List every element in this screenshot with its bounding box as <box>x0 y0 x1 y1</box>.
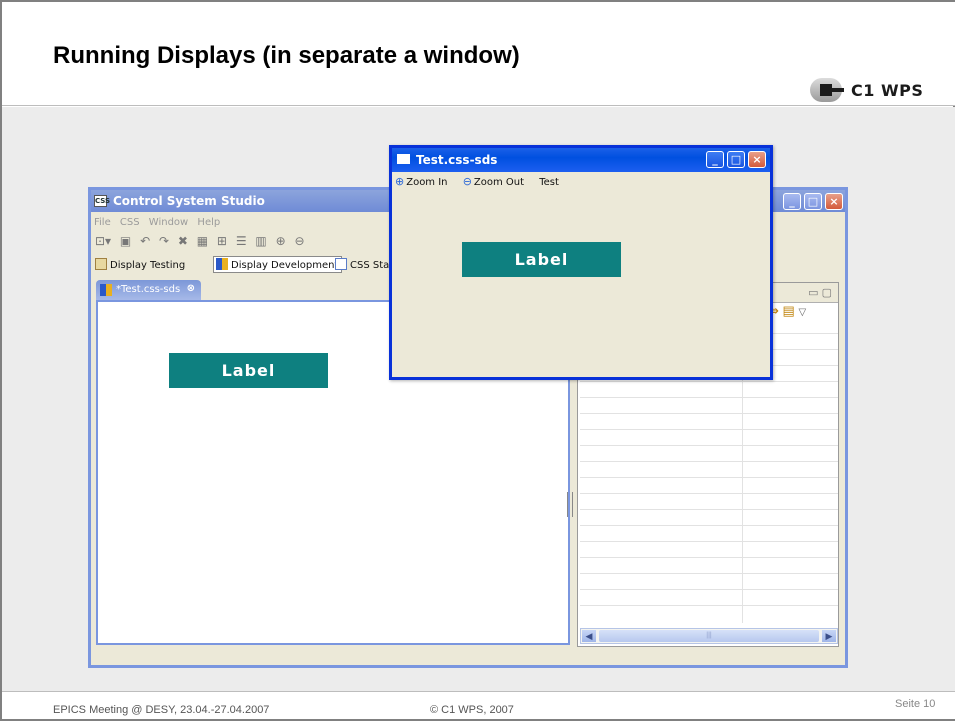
delete-icon[interactable]: ✖ <box>178 234 188 248</box>
view-filter-icon[interactable]: ▤ <box>783 303 795 318</box>
test-window-icon <box>397 154 410 164</box>
grid-icon[interactable]: ▦ <box>197 234 208 248</box>
close-button[interactable]: × <box>825 193 843 210</box>
perspective-display-testing[interactable]: Display Testing <box>95 258 185 271</box>
main-menubar: File CSS Window Help <box>94 217 226 228</box>
slide: Running Displays (in separate a window) … <box>0 0 955 721</box>
minimize-button[interactable]: _ <box>783 193 801 210</box>
close-tab-icon[interactable]: ⊗ <box>187 283 195 294</box>
test-window-title: Test.css-sds <box>416 153 498 167</box>
menu-css[interactable]: CSS <box>120 217 140 228</box>
footer-page-number: Seite 10 <box>895 698 936 710</box>
sash-handle[interactable] <box>567 492 573 517</box>
new-icon[interactable]: ⊡▾ <box>95 234 111 248</box>
grid-toggle-icon[interactable]: ⊞ <box>217 234 227 248</box>
test-run-window: Test.css-sds _ □ × ⊕ Zoom In ⊖ Zoom Out Te… <box>389 145 773 380</box>
zoom-in-icon[interactable]: ⊕ <box>276 234 286 248</box>
view-toolbar: ⇛ ▤ ▽ <box>768 303 806 319</box>
slide-header: Running Displays (in separate a window) … <box>2 0 955 106</box>
test-close-button[interactable]: × <box>748 151 766 168</box>
footer-copyright: © C1 WPS, 2007 <box>430 704 514 716</box>
display-development-icon <box>216 258 228 270</box>
test-window-titlebar[interactable]: Test.css-sds _ □ × <box>392 148 770 172</box>
save-icon[interactable]: ▣ <box>120 234 131 248</box>
undo-icon[interactable]: ↶ <box>140 234 150 248</box>
slide-footer: EPICS Meeting @ DESY, 23.04.-27.04.2007 … <box>2 692 955 721</box>
menu-window[interactable]: Window <box>149 217 188 228</box>
logo-mark-icon <box>810 78 844 102</box>
label-widget[interactable]: Label <box>169 353 328 388</box>
perspective-display-development[interactable]: Display Development <box>213 256 343 273</box>
slide-title: Running Displays (in separate a window) <box>53 42 520 69</box>
status-bar <box>91 649 845 665</box>
test-minimize-button[interactable]: _ <box>706 151 724 168</box>
main-window-title: Control System Studio <box>113 194 265 208</box>
menu-help[interactable]: Help <box>197 217 220 228</box>
perspective-css-standard[interactable]: CSS Stan <box>335 258 396 271</box>
runtime-label-widget[interactable]: Label <box>462 242 621 277</box>
view-menu-icon[interactable]: ▽ <box>798 307 806 318</box>
scroll-left-icon[interactable]: ◀ <box>582 630 596 642</box>
zoom-out-icon: ⊖ <box>462 175 472 188</box>
test-menu[interactable]: Test <box>539 177 559 188</box>
align-icon[interactable]: ☰ <box>236 234 247 248</box>
footer-event: EPICS Meeting @ DESY, 23.04.-27.04.2007 <box>53 704 270 716</box>
minimize-view-icon[interactable]: ▭ ▢ <box>808 286 832 299</box>
sds-file-icon <box>100 284 112 296</box>
zoom-in-icon: ⊕ <box>395 175 405 188</box>
c1-wps-logo: C1 WPS <box>810 78 930 102</box>
css-standard-icon <box>335 258 347 270</box>
zoom-out-menu[interactable]: ⊖ Zoom Out <box>462 175 524 188</box>
scroll-right-icon[interactable]: ▶ <box>822 630 836 642</box>
test-window-menubar: ⊕ Zoom In ⊖ Zoom Out Test <box>395 175 571 188</box>
maximize-button[interactable]: □ <box>804 193 822 210</box>
perspective-icon <box>95 258 107 270</box>
editor-tab-label: *Test.css-sds <box>116 284 181 295</box>
menu-file[interactable]: File <box>94 217 111 228</box>
css-app-icon: CSS <box>94 195 111 207</box>
main-toolbar: ⊡▾ ▣ ↶ ↷ ✖ ▦ ⊞ ☰ ▥ ⊕ ⊖ <box>95 234 395 252</box>
logo-text: C1 WPS <box>851 81 924 100</box>
redo-icon[interactable]: ↷ <box>159 234 169 248</box>
scroll-thumb[interactable]: ||| <box>599 630 819 642</box>
zoom-in-menu[interactable]: ⊕ Zoom In <box>395 175 448 188</box>
zoom-out-icon[interactable]: ⊖ <box>294 234 304 248</box>
editor-tab-test-css-sds[interactable]: *Test.css-sds ⊗ <box>96 280 201 300</box>
horizontal-scrollbar[interactable]: ◀ ||| ▶ <box>580 628 838 644</box>
distribute-icon[interactable]: ▥ <box>255 234 266 248</box>
test-maximize-button[interactable]: □ <box>727 151 745 168</box>
